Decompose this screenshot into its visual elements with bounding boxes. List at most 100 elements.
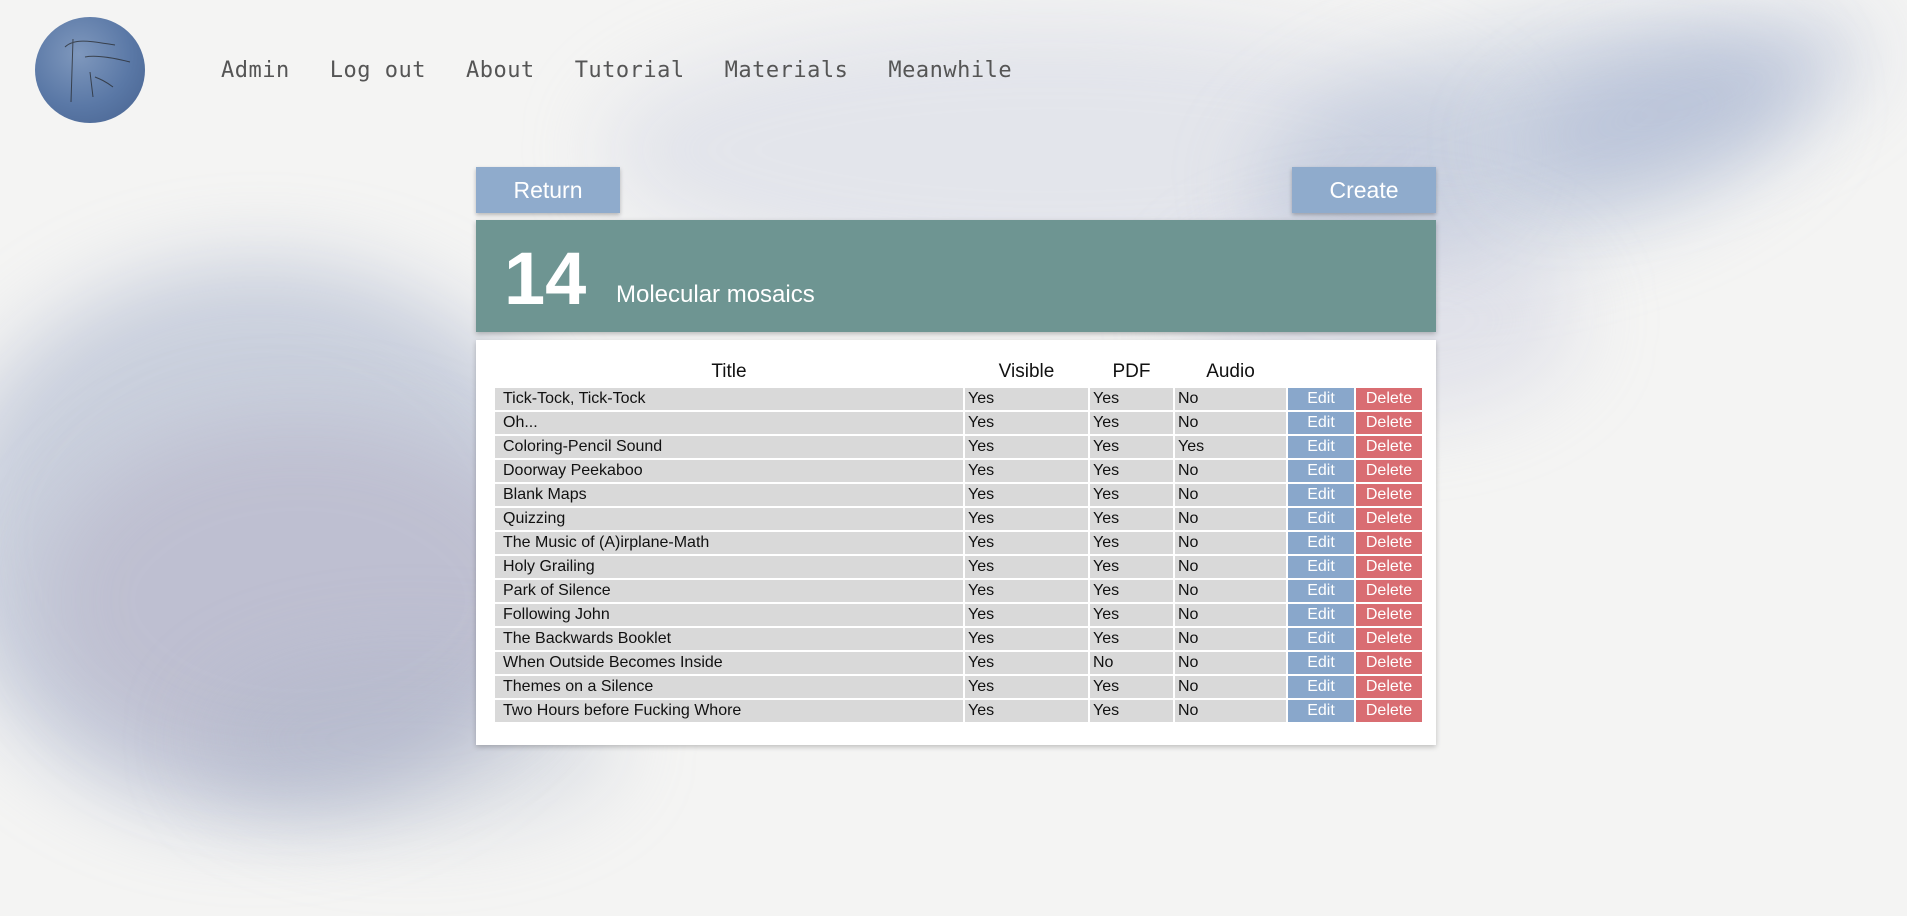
row-pdf: Yes — [1090, 532, 1173, 554]
row-visible: Yes — [965, 580, 1088, 602]
row-visible: Yes — [965, 556, 1088, 578]
row-title: Oh... — [495, 412, 963, 434]
row-pdf: Yes — [1090, 700, 1173, 722]
edit-button[interactable]: Edit — [1288, 652, 1354, 674]
row-delete-cell: Delete — [1356, 508, 1422, 530]
collection-number: 14 — [504, 237, 587, 320]
row-visible: Yes — [965, 604, 1088, 626]
row-title: Doorway Peekaboo — [495, 460, 963, 482]
edit-button[interactable]: Edit — [1288, 412, 1354, 434]
nav-log-out[interactable]: Log out — [330, 58, 426, 83]
row-audio: No — [1175, 556, 1286, 578]
row-visible: Yes — [965, 436, 1088, 458]
nav-about[interactable]: About — [466, 58, 535, 83]
delete-button[interactable]: Delete — [1356, 700, 1422, 722]
row-pdf: Yes — [1090, 484, 1173, 506]
items-table: Title Visible PDF Audio Tick-Tock, Tick-… — [493, 354, 1424, 724]
header-title: Title — [711, 361, 747, 382]
edit-button[interactable]: Edit — [1288, 484, 1354, 506]
row-edit-cell: Edit — [1288, 460, 1354, 482]
row-edit-cell: Edit — [1288, 580, 1354, 602]
table-row: Two Hours before Fucking Whore Yes Yes No Ed… — [495, 700, 1422, 722]
delete-button[interactable]: Delete — [1356, 508, 1422, 530]
row-delete-cell: Delete — [1356, 556, 1422, 578]
delete-button[interactable]: Delete — [1356, 532, 1422, 554]
items-card: Title Visible PDF Audio Tick-Tock, Tick-… — [476, 340, 1436, 745]
row-audio: No — [1175, 676, 1286, 698]
table-row: Blank Maps Yes Yes No Edit Delete — [495, 484, 1422, 506]
delete-button[interactable]: Delete — [1356, 652, 1422, 674]
row-audio: No — [1175, 484, 1286, 506]
row-delete-cell: Delete — [1356, 580, 1422, 602]
handwriting-logo-icon — [64, 38, 131, 103]
row-audio: No — [1175, 652, 1286, 674]
delete-button[interactable]: Delete — [1356, 436, 1422, 458]
delete-button[interactable]: Delete — [1356, 604, 1422, 626]
edit-button[interactable]: Edit — [1288, 628, 1354, 650]
edit-button[interactable]: Edit — [1288, 604, 1354, 626]
row-delete-cell: Delete — [1356, 388, 1422, 410]
row-audio: No — [1175, 580, 1286, 602]
row-edit-cell: Edit — [1288, 676, 1354, 698]
table-row: Doorway Peekaboo Yes Yes No Edit Delete — [495, 460, 1422, 482]
edit-button[interactable]: Edit — [1288, 436, 1354, 458]
row-pdf: Yes — [1090, 556, 1173, 578]
row-audio: No — [1175, 412, 1286, 434]
header-delete — [1356, 356, 1422, 386]
row-audio: Yes — [1175, 436, 1286, 458]
delete-button[interactable]: Delete — [1356, 388, 1422, 410]
header-edit — [1288, 356, 1354, 386]
delete-button[interactable]: Delete — [1356, 460, 1422, 482]
return-button[interactable]: Return — [476, 167, 620, 213]
collection-banner: 14 Molecular mosaics — [476, 220, 1436, 332]
header-audio: Audio — [1206, 361, 1255, 382]
table-row: Tick-Tock, Tick-Tock Yes Yes No Edit Delete — [495, 388, 1422, 410]
row-title: The Music of (A)irplane-Math — [495, 532, 963, 554]
nav-tutorial[interactable]: Tutorial — [575, 58, 685, 83]
edit-button[interactable]: Edit — [1288, 556, 1354, 578]
table-header-row: Title Visible PDF Audio — [495, 356, 1422, 386]
row-edit-cell: Edit — [1288, 556, 1354, 578]
edit-button[interactable]: Edit — [1288, 388, 1354, 410]
row-delete-cell: Delete — [1356, 532, 1422, 554]
row-edit-cell: Edit — [1288, 436, 1354, 458]
table-row: Park of Silence Yes Yes No Edit Delete — [495, 580, 1422, 602]
delete-button[interactable]: Delete — [1356, 628, 1422, 650]
delete-button[interactable]: Delete — [1356, 412, 1422, 434]
table-row: Oh... Yes Yes No Edit Delete — [495, 412, 1422, 434]
nav-meanwhile[interactable]: Meanwhile — [888, 58, 1012, 83]
row-visible: Yes — [965, 532, 1088, 554]
nav-admin[interactable]: Admin — [221, 58, 290, 83]
row-delete-cell: Delete — [1356, 412, 1422, 434]
edit-button[interactable]: Edit — [1288, 508, 1354, 530]
row-title: Park of Silence — [495, 580, 963, 602]
row-edit-cell: Edit — [1288, 508, 1354, 530]
row-pdf: Yes — [1090, 508, 1173, 530]
row-pdf: Yes — [1090, 676, 1173, 698]
delete-button[interactable]: Delete — [1356, 556, 1422, 578]
nav-materials[interactable]: Materials — [725, 58, 849, 83]
delete-button[interactable]: Delete — [1356, 484, 1422, 506]
row-edit-cell: Edit — [1288, 604, 1354, 626]
row-pdf: Yes — [1090, 460, 1173, 482]
delete-button[interactable]: Delete — [1356, 580, 1422, 602]
row-edit-cell: Edit — [1288, 628, 1354, 650]
row-visible: Yes — [965, 484, 1088, 506]
delete-button[interactable]: Delete — [1356, 676, 1422, 698]
row-visible: Yes — [965, 508, 1088, 530]
create-button[interactable]: Create — [1292, 167, 1436, 213]
row-pdf: Yes — [1090, 628, 1173, 650]
row-delete-cell: Delete — [1356, 460, 1422, 482]
edit-button[interactable]: Edit — [1288, 460, 1354, 482]
edit-button[interactable]: Edit — [1288, 532, 1354, 554]
edit-button[interactable]: Edit — [1288, 580, 1354, 602]
site-logo[interactable] — [35, 17, 145, 123]
edit-button[interactable]: Edit — [1288, 676, 1354, 698]
table-row: Holy Grailing Yes Yes No Edit Delete — [495, 556, 1422, 578]
table-row: When Outside Becomes Inside Yes No No Edit De… — [495, 652, 1422, 674]
row-audio: No — [1175, 532, 1286, 554]
row-title: Two Hours before Fucking Whore — [495, 700, 963, 722]
row-edit-cell: Edit — [1288, 484, 1354, 506]
row-audio: No — [1175, 460, 1286, 482]
edit-button[interactable]: Edit — [1288, 700, 1354, 722]
